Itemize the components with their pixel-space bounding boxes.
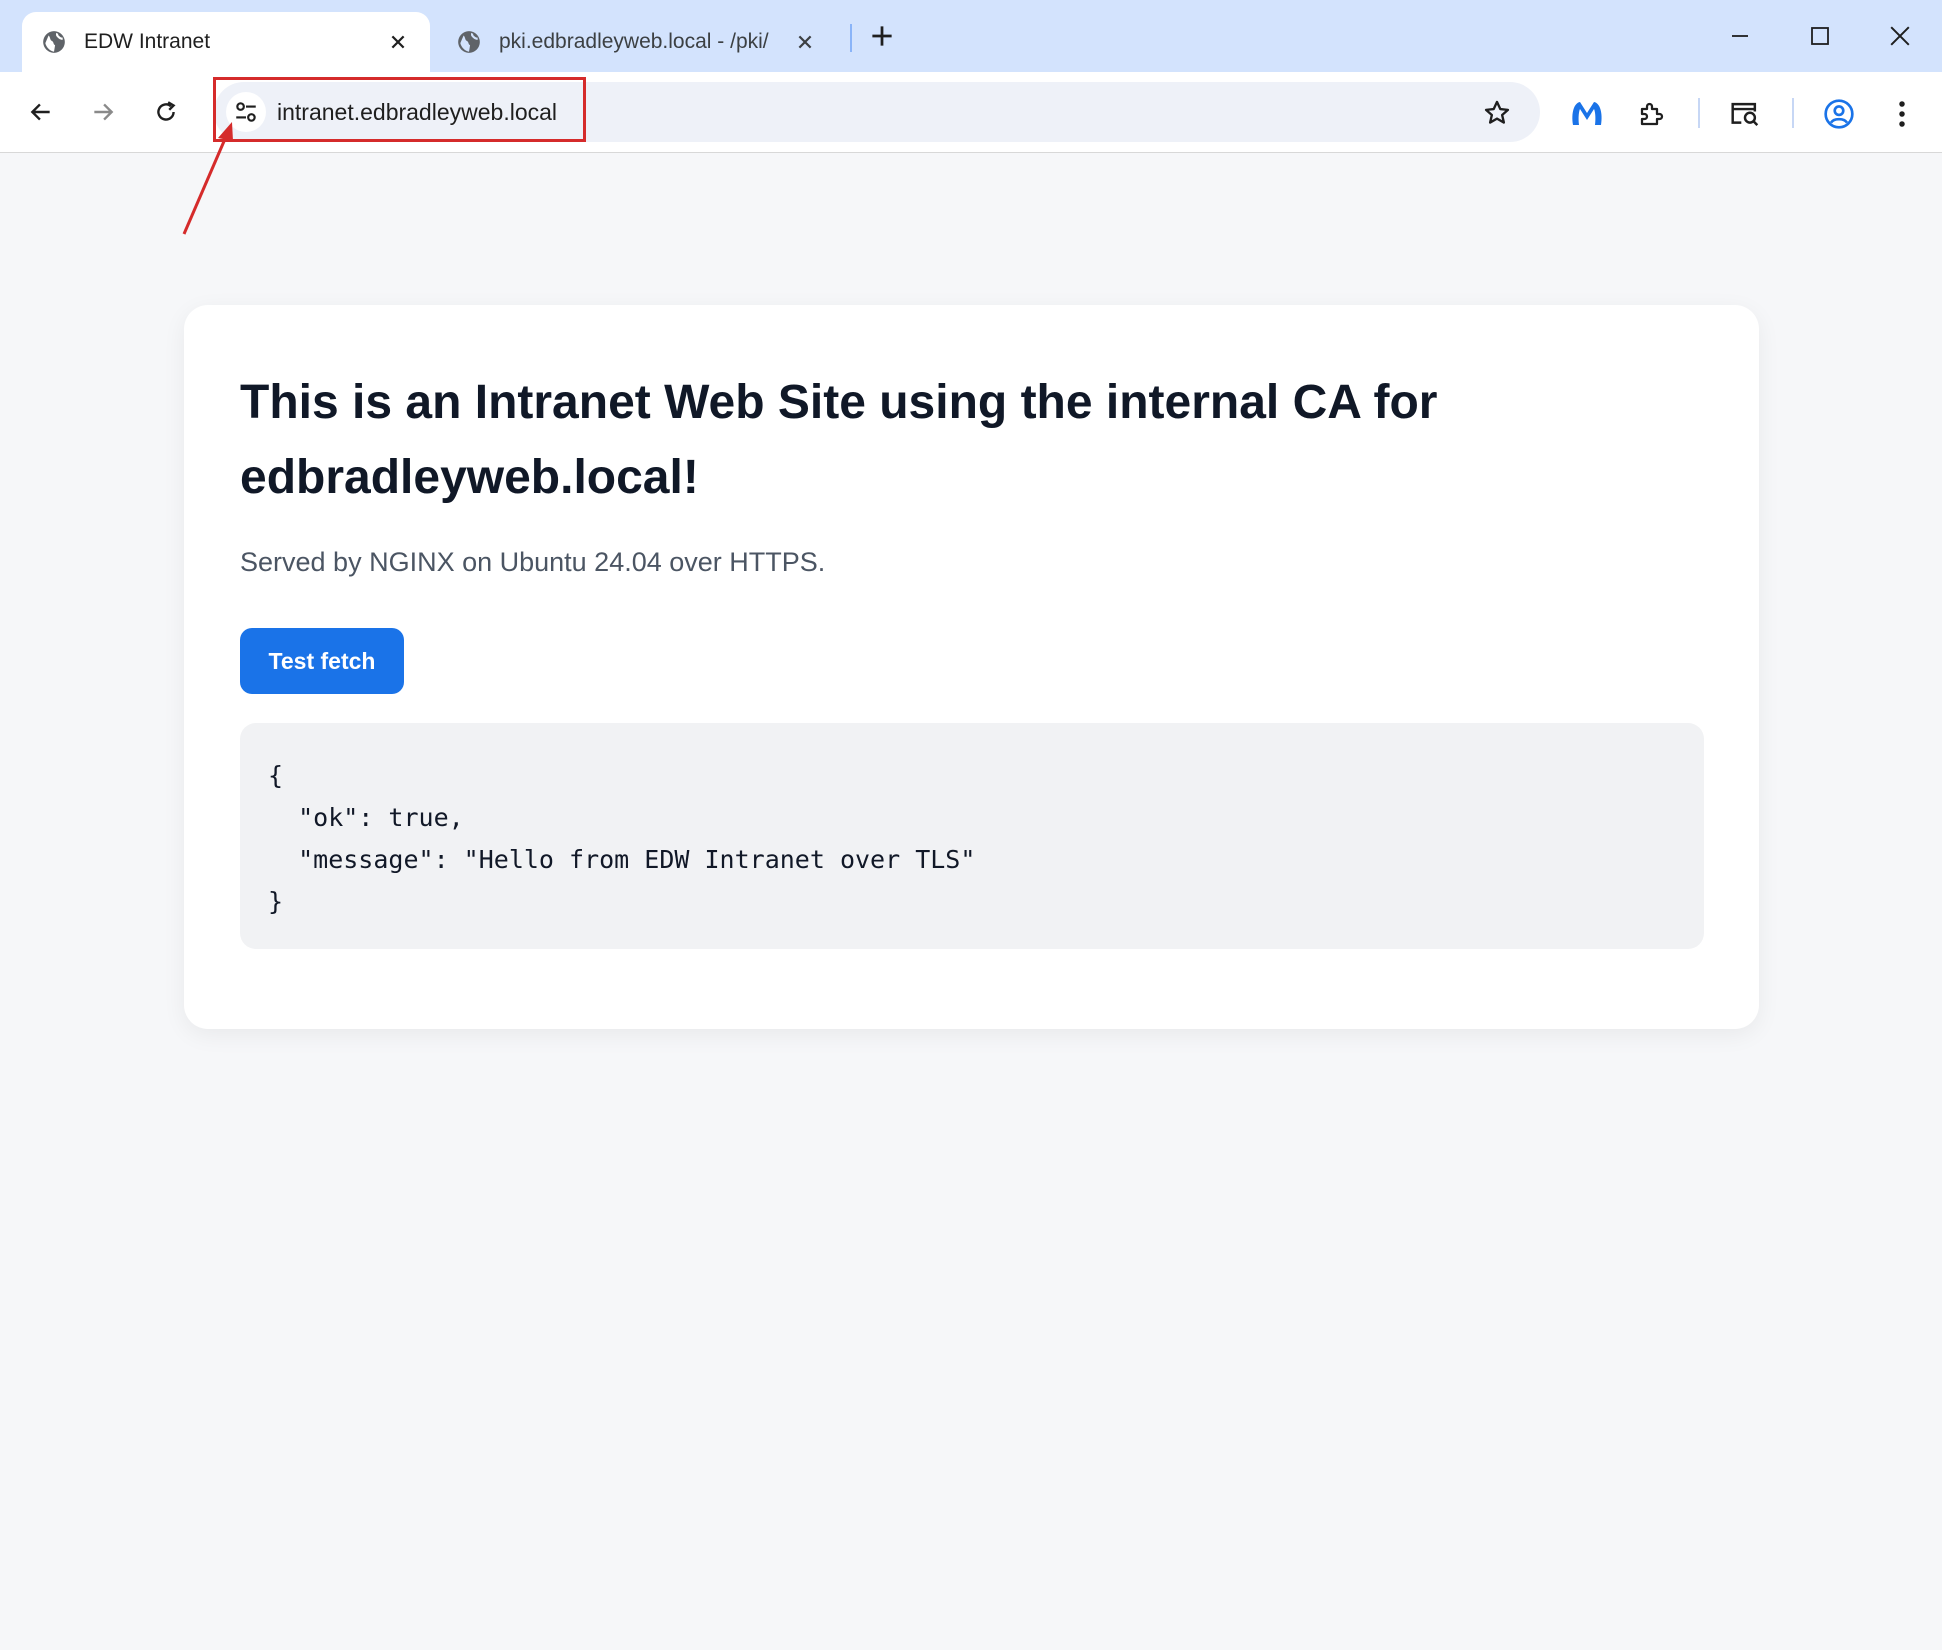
test-fetch-button[interactable]: Test fetch [240,628,404,694]
annotation-arrow [182,122,233,235]
arrow-right-icon [94,103,114,121]
minimize-icon [1732,35,1748,37]
close-window-button[interactable] [1876,12,1924,60]
served-by-text: Served by NGINX on Ubuntu 24.04 over HTT… [240,547,826,577]
new-tab-button[interactable] [866,18,898,54]
close-icon [1890,26,1910,46]
malwarebytes-extension-button[interactable] [1565,92,1609,136]
toolbar-separator [1792,98,1794,128]
forward-button[interactable] [81,90,125,134]
bookmark-button[interactable] [1480,96,1514,130]
close-icon[interactable] [791,28,819,56]
reading-mode-button[interactable] [1723,92,1767,136]
search-tab-icon [1731,102,1759,126]
minimize-button[interactable] [1716,12,1764,60]
puzzle-icon [1640,102,1664,126]
account-circle-icon [1824,99,1854,129]
globe-icon [40,28,68,56]
annotation-highlight-box [213,77,586,142]
page-title: This is an Intranet Web Site using the i… [240,376,1438,504]
back-button[interactable] [19,90,63,134]
arrow-left-icon [30,103,50,121]
maximize-icon [1811,27,1829,45]
tab-title: pki.edbradleyweb.local - /pki/ [499,30,769,53]
toolbar-separator [1698,98,1700,128]
tab-title: EDW Intranet [84,30,211,53]
malwarebytes-icon [1572,102,1602,125]
tab-separator [850,24,852,52]
tab-strip: EDW Intranet pki.edbradleyweb.local - /p… [0,0,1942,72]
kebab-menu-icon [1899,101,1905,127]
maximize-button[interactable] [1796,12,1844,60]
close-icon[interactable] [384,28,412,56]
tab-pki[interactable]: pki.edbradleyweb.local - /pki/ [437,12,837,72]
tab-edw-intranet[interactable]: EDW Intranet [22,12,430,72]
extensions-button[interactable] [1630,92,1674,136]
profile-button[interactable] [1817,92,1861,136]
globe-icon [455,28,483,56]
content-card: This is an Intranet Web Site using the i… [184,305,1759,1029]
fetch-response: { "ok": true, "message": "Hello from EDW… [240,723,1704,949]
plus-icon [872,26,892,46]
star-icon [1484,100,1510,124]
menu-button[interactable] [1880,92,1924,136]
